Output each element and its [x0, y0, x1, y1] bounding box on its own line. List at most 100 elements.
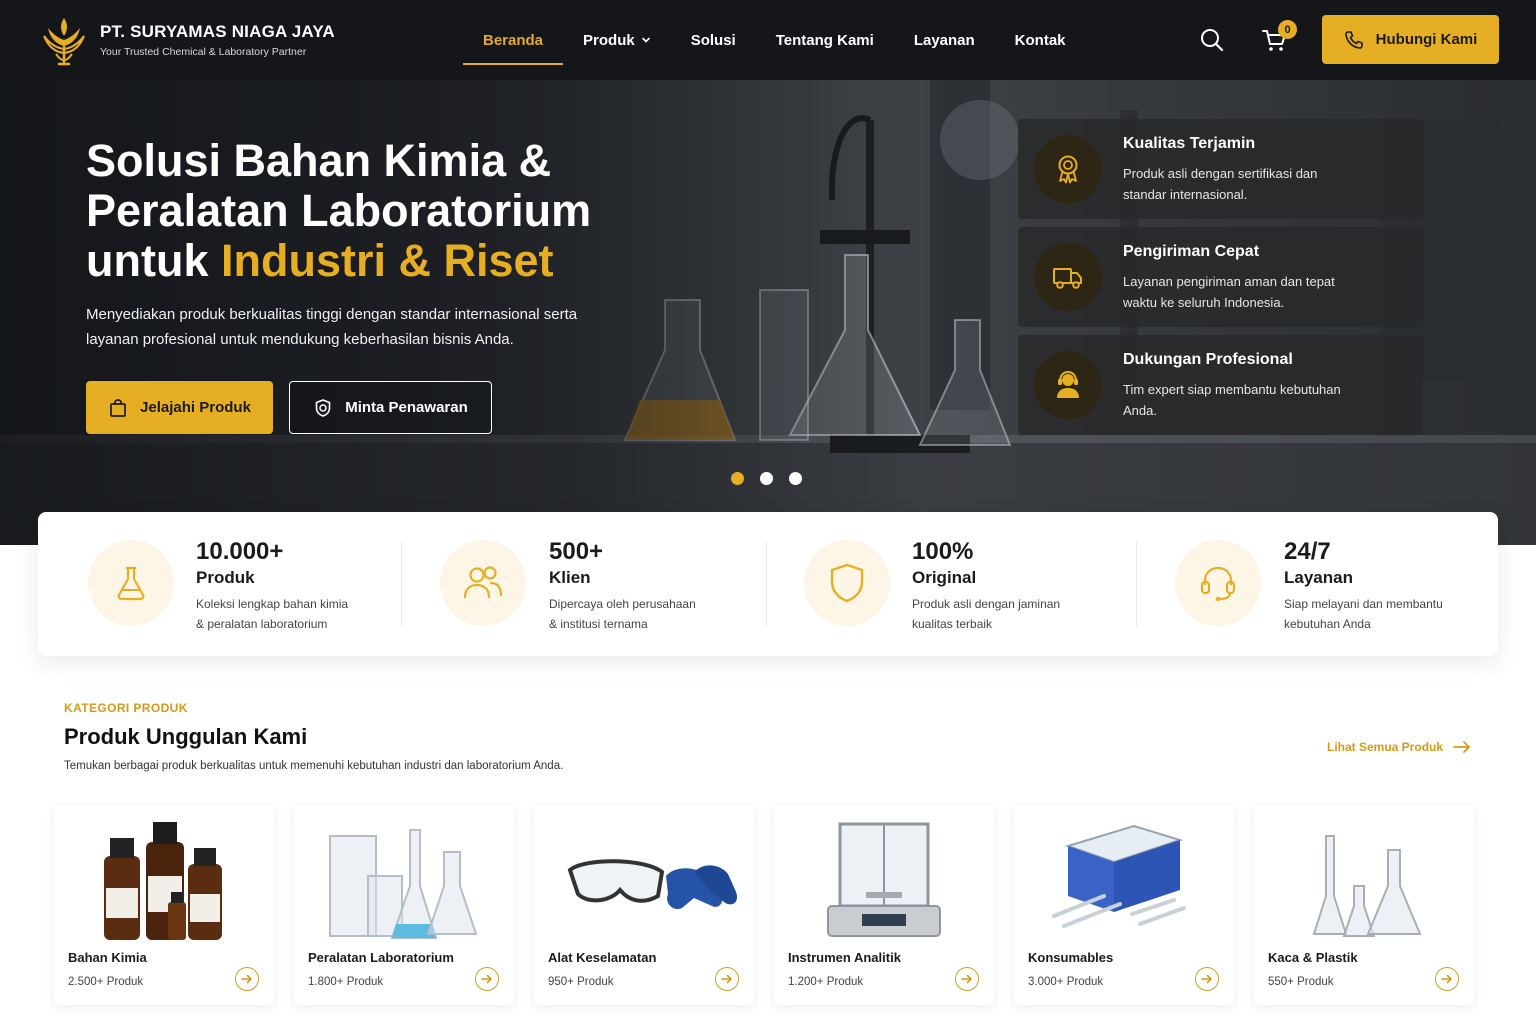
users-icon — [463, 566, 503, 599]
hero-title-line2: Peralatan Laboratorium — [86, 185, 592, 236]
stat-clients: 500+ Klien Dipercaya oleh perusahaan & i… — [402, 512, 766, 656]
contact-us-button[interactable]: Hubungi Kami — [1322, 15, 1499, 64]
feature-card-shipping: Pengiriman Cepat Layanan pengiriman aman… — [1018, 227, 1423, 327]
headset-icon — [1200, 566, 1236, 602]
nav-item-layanan[interactable]: Layanan — [894, 0, 995, 80]
stat-value: 24/7 — [1284, 538, 1331, 565]
category-name: Bahan Kimia — [68, 950, 147, 965]
category-card-kaca-plastik[interactable]: Kaca & Plastik 550+ Produk — [1254, 806, 1474, 1005]
pipette-tips-box-image — [1052, 824, 1186, 928]
category-count: 1.800+ Produk — [308, 976, 384, 988]
nav-item-produk[interactable]: Produk — [563, 0, 671, 80]
hero-description: Menyediakan produk berkualitas tinggi de… — [86, 306, 578, 348]
carousel-dot-1[interactable] — [731, 472, 744, 485]
nav-item-kontak[interactable]: Kontak — [995, 0, 1086, 80]
request-quote-button[interactable]: Minta Penawaran — [289, 381, 492, 434]
category-count: 950+ Produk — [548, 976, 614, 988]
stat-icon-circle — [440, 540, 526, 626]
arrow-right-icon — [1201, 974, 1212, 984]
carousel-dot-2[interactable] — [760, 472, 773, 485]
category-count: 3.000+ Produk — [1028, 976, 1104, 988]
truck-icon — [1053, 268, 1082, 289]
product-category-list: Bahan Kimia 2.500+ Produk Peralatan Labo… — [54, 806, 1476, 1006]
category-name: Alat Keselamatan — [548, 950, 657, 965]
cart-count-badge: 0 — [1278, 20, 1297, 39]
stat-label: Klien — [549, 568, 591, 587]
category-arrow-button[interactable] — [475, 967, 499, 991]
chevron-down-icon — [641, 37, 650, 43]
category-name: Kaca & Plastik — [1268, 950, 1358, 965]
explore-products-label: Jelajahi Produk — [140, 399, 251, 416]
arrow-right-icon — [481, 974, 492, 984]
arrow-right-icon — [961, 974, 972, 984]
stat-desc-line2: kebutuhan Anda — [1284, 617, 1371, 631]
search-icon[interactable] — [1198, 26, 1226, 54]
nav-item-tentang-kami[interactable]: Tentang Kami — [756, 0, 894, 80]
hero-title-accent: Industri & Riset — [220, 235, 554, 286]
stat-label: Layanan — [1284, 568, 1353, 587]
hero-section: Solusi Bahan Kimia & Peralatan Laborator… — [0, 80, 1536, 545]
category-card-bahan-kimia[interactable]: Bahan Kimia 2.500+ Produk — [54, 806, 274, 1005]
shield-icon — [830, 563, 864, 603]
quote-badge-icon — [315, 398, 331, 417]
shopping-bag-icon — [110, 398, 126, 417]
stat-description: Koleksi lengkap bahan kimia & peralatan … — [196, 594, 386, 634]
brand[interactable]: PT. SURYAMAS NIAGA JAYA Your Trusted Che… — [42, 14, 335, 66]
stat-icon-circle — [804, 540, 890, 626]
feature-card-quality: Kualitas Terjamin Produk asli dengan ser… — [1018, 119, 1423, 219]
category-name: Instrumen Analitik — [788, 950, 901, 965]
category-arrow-button[interactable] — [715, 967, 739, 991]
stat-desc-line2: kualitas terbaik — [912, 617, 993, 631]
stat-label: Produk — [196, 568, 255, 587]
nav-item-label: Beranda — [483, 31, 544, 49]
hero-title-line3: untuk — [86, 235, 221, 286]
stat-original: 100% Original Produk asli dengan jaminan… — [767, 512, 1137, 656]
hero-title: Solusi Bahan Kimia & Peralatan Laborator… — [86, 136, 646, 286]
feature-description: Produk asli dengan sertifikasi dan stand… — [1123, 166, 1318, 202]
category-name: Peralatan Laboratorium — [308, 950, 454, 965]
stat-value: 100% — [912, 538, 974, 565]
support-agent-icon — [1057, 370, 1079, 398]
feature-icon-circle — [1034, 351, 1102, 419]
category-count: 550+ Produk — [1268, 976, 1334, 988]
arrow-right-icon — [241, 974, 252, 984]
stat-value: 10.000+ — [196, 538, 284, 565]
category-card-alat-keselamatan[interactable]: Alat Keselamatan 950+ Produk — [534, 806, 754, 1005]
category-card-instrumen-analitik[interactable]: Instrumen Analitik 1.200+ Produk — [774, 806, 994, 1005]
carousel-dot-3[interactable] — [789, 472, 802, 485]
chemical-bottles-image — [104, 822, 222, 940]
category-card-konsumables[interactable]: Konsumables 3.000+ Produk — [1014, 806, 1234, 1005]
flask-icon — [117, 566, 145, 601]
stat-icon-circle — [88, 540, 174, 626]
stats-panel: 10.000+ Produk Koleksi lengkap bahan kim… — [38, 512, 1498, 656]
arrow-right-icon — [1453, 741, 1470, 753]
stat-desc-line1: Koleksi lengkap bahan kimia — [196, 597, 349, 611]
main-menu: Beranda Produk Solusi Tentang Kami Layan… — [463, 0, 1086, 80]
section-eyebrow: KATEGORI PRODUK — [64, 701, 188, 715]
stat-service: 24/7 Layanan Siap melayani dan membantu … — [1137, 512, 1498, 656]
feature-icon-circle — [1034, 135, 1102, 203]
stat-icon-circle — [1175, 540, 1261, 626]
hero-title-line1: Solusi Bahan Kimia & — [86, 135, 552, 186]
see-all-products-link[interactable]: Lihat Semua Produk — [1327, 740, 1471, 754]
phone-icon — [1344, 30, 1363, 49]
category-arrow-button[interactable] — [955, 967, 979, 991]
category-arrow-button[interactable] — [1435, 967, 1459, 991]
nav-item-beranda[interactable]: Beranda — [463, 0, 564, 80]
nav-item-solusi[interactable]: Solusi — [671, 0, 756, 80]
stat-value: 500+ — [549, 538, 604, 565]
stat-desc-line1: Siap melayani dan membantu — [1284, 597, 1443, 611]
arrow-right-icon — [1441, 974, 1452, 984]
safety-goggles-gloves-image — [567, 859, 738, 910]
analytical-balance-image — [827, 822, 941, 937]
feature-title: Dukungan Profesional — [1123, 351, 1293, 368]
category-card-peralatan-laboratorium[interactable]: Peralatan Laboratorium 1.800+ Produk — [294, 806, 514, 1005]
stat-desc-line2: & peralatan laboratorium — [196, 617, 328, 631]
category-name: Konsumables — [1028, 950, 1114, 965]
explore-products-button[interactable]: Jelajahi Produk — [86, 381, 273, 434]
category-arrow-button[interactable] — [235, 967, 259, 991]
stat-description: Siap melayani dan membantu kebutuhan And… — [1284, 594, 1474, 634]
top-navbar: PT. SURYAMAS NIAGA JAYA Your Trusted Che… — [0, 0, 1536, 80]
category-arrow-button[interactable] — [1195, 967, 1219, 991]
award-icon — [1058, 155, 1078, 184]
